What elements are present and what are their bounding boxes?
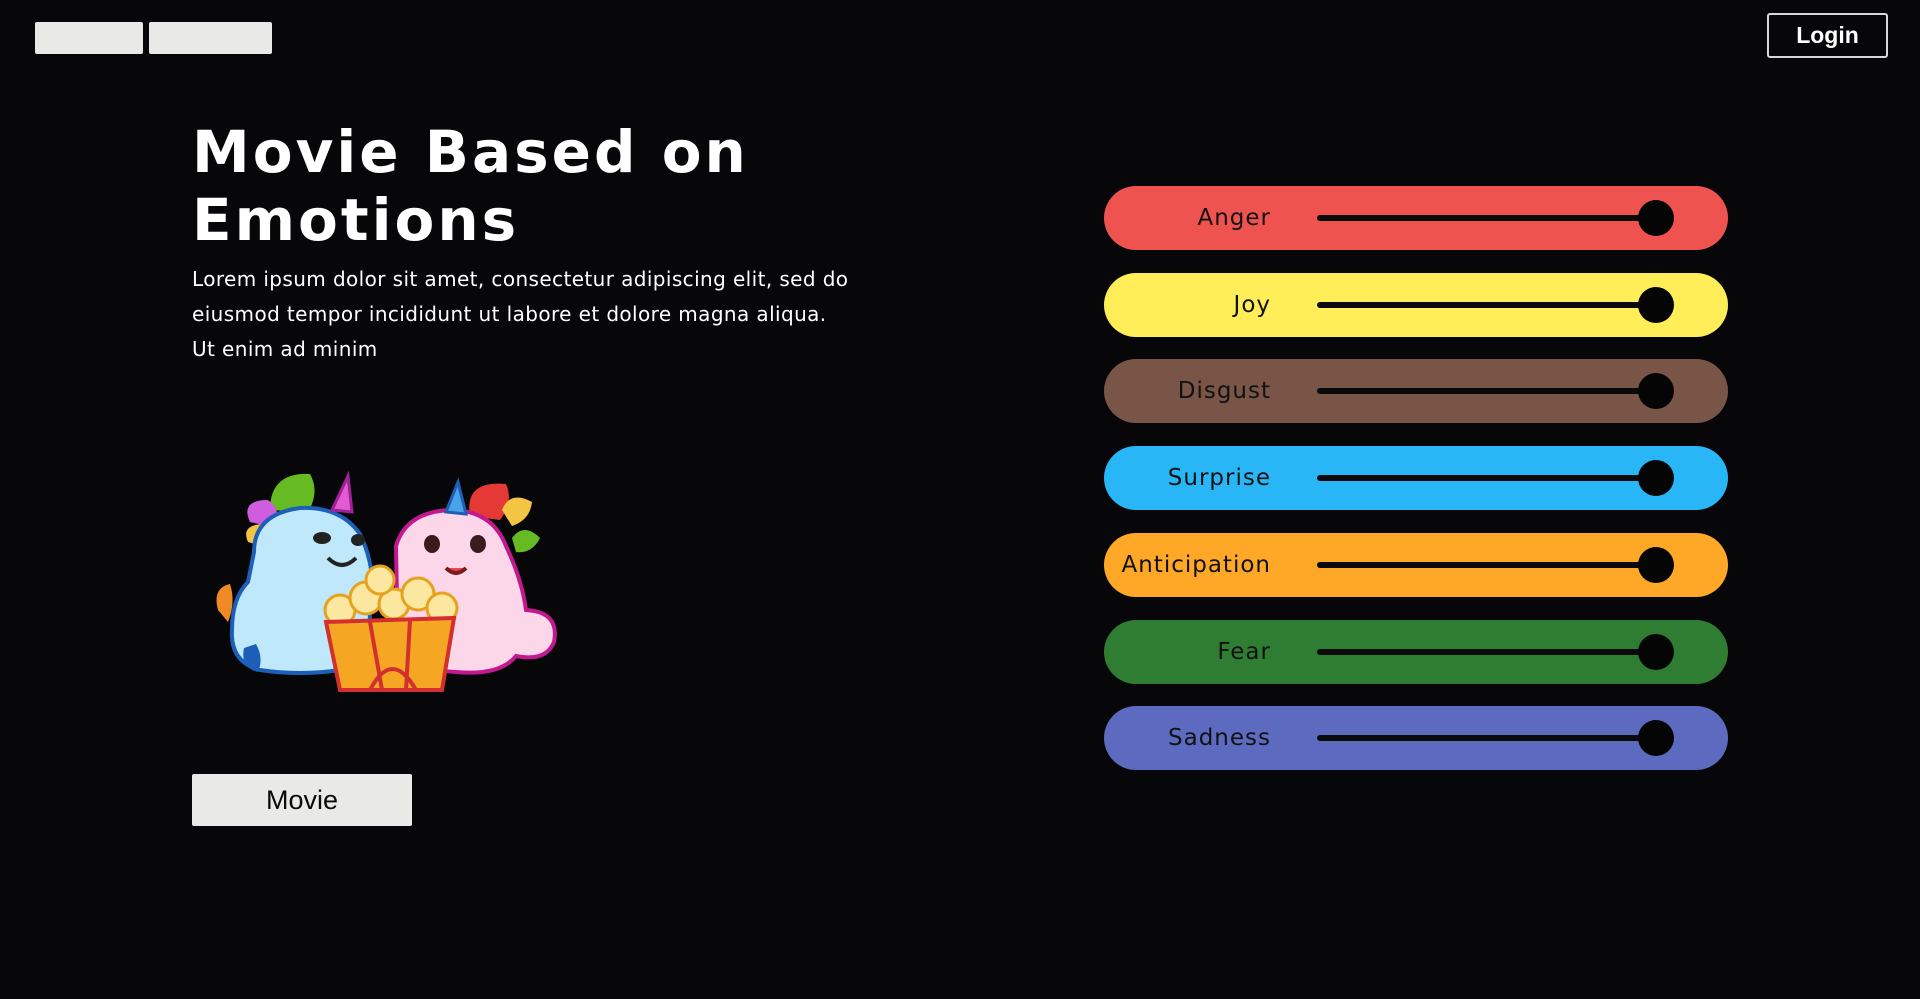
emotion-row-fear: Fear [1104,619,1728,684]
slider-thumb[interactable] [1638,286,1674,323]
slider-track[interactable] [1317,735,1656,742]
slider-track[interactable] [1317,301,1656,308]
slider-thumb[interactable] [1638,460,1674,497]
emotion-label: Fear [1217,638,1271,665]
emotion-slider-anger[interactable] [1314,186,1680,250]
emotion-label: Sadness [1168,725,1271,752]
emotion-row-sadness: Sadness [1104,706,1728,771]
slider-thumb[interactable] [1638,546,1674,583]
emotion-label: Anger [1197,205,1271,231]
movie-button[interactable]: Movie [192,774,412,826]
slider-thumb[interactable] [1638,633,1674,670]
emotion-label: Anticipation [1121,551,1271,578]
emotion-slider-joy[interactable] [1314,273,1680,337]
emotion-row-anger: Anger [1104,186,1728,250]
slider-track[interactable] [1317,475,1656,482]
slider-thumb[interactable] [1638,720,1674,757]
page-title: Movie Based on Emotions [192,118,749,254]
emotion-slider-disgust[interactable] [1314,359,1680,423]
emotion-slider-sadness[interactable] [1314,706,1680,770]
nav-button-1[interactable] [35,22,143,54]
slider-track[interactable] [1317,561,1656,568]
emotion-label: Joy [1233,291,1271,318]
emotion-label: Surprise [1167,465,1271,492]
login-button[interactable]: Login [1767,13,1888,58]
nav-button-2[interactable] [149,22,272,54]
emotion-slider-surprise[interactable] [1314,446,1680,510]
emotion-label: Disgust [1177,378,1271,405]
emotion-row-disgust: Disgust [1104,359,1728,424]
slider-thumb[interactable] [1638,200,1674,236]
slider-thumb[interactable] [1638,373,1674,410]
unicorns-popcorn-illustration [216,470,557,692]
slider-track[interactable] [1317,388,1656,395]
emotion-slider-fear[interactable] [1314,620,1680,684]
emotion-row-surprise: Surprise [1104,446,1728,511]
slider-track[interactable] [1317,215,1656,221]
page-description: Lorem ipsum dolor sit amet, consectetur … [192,267,849,361]
emotion-slider-anticipation[interactable] [1314,533,1680,597]
emotion-row-anticipation: Anticipation [1104,532,1728,597]
slider-track[interactable] [1317,648,1656,655]
emotion-row-joy: Joy [1104,272,1728,337]
